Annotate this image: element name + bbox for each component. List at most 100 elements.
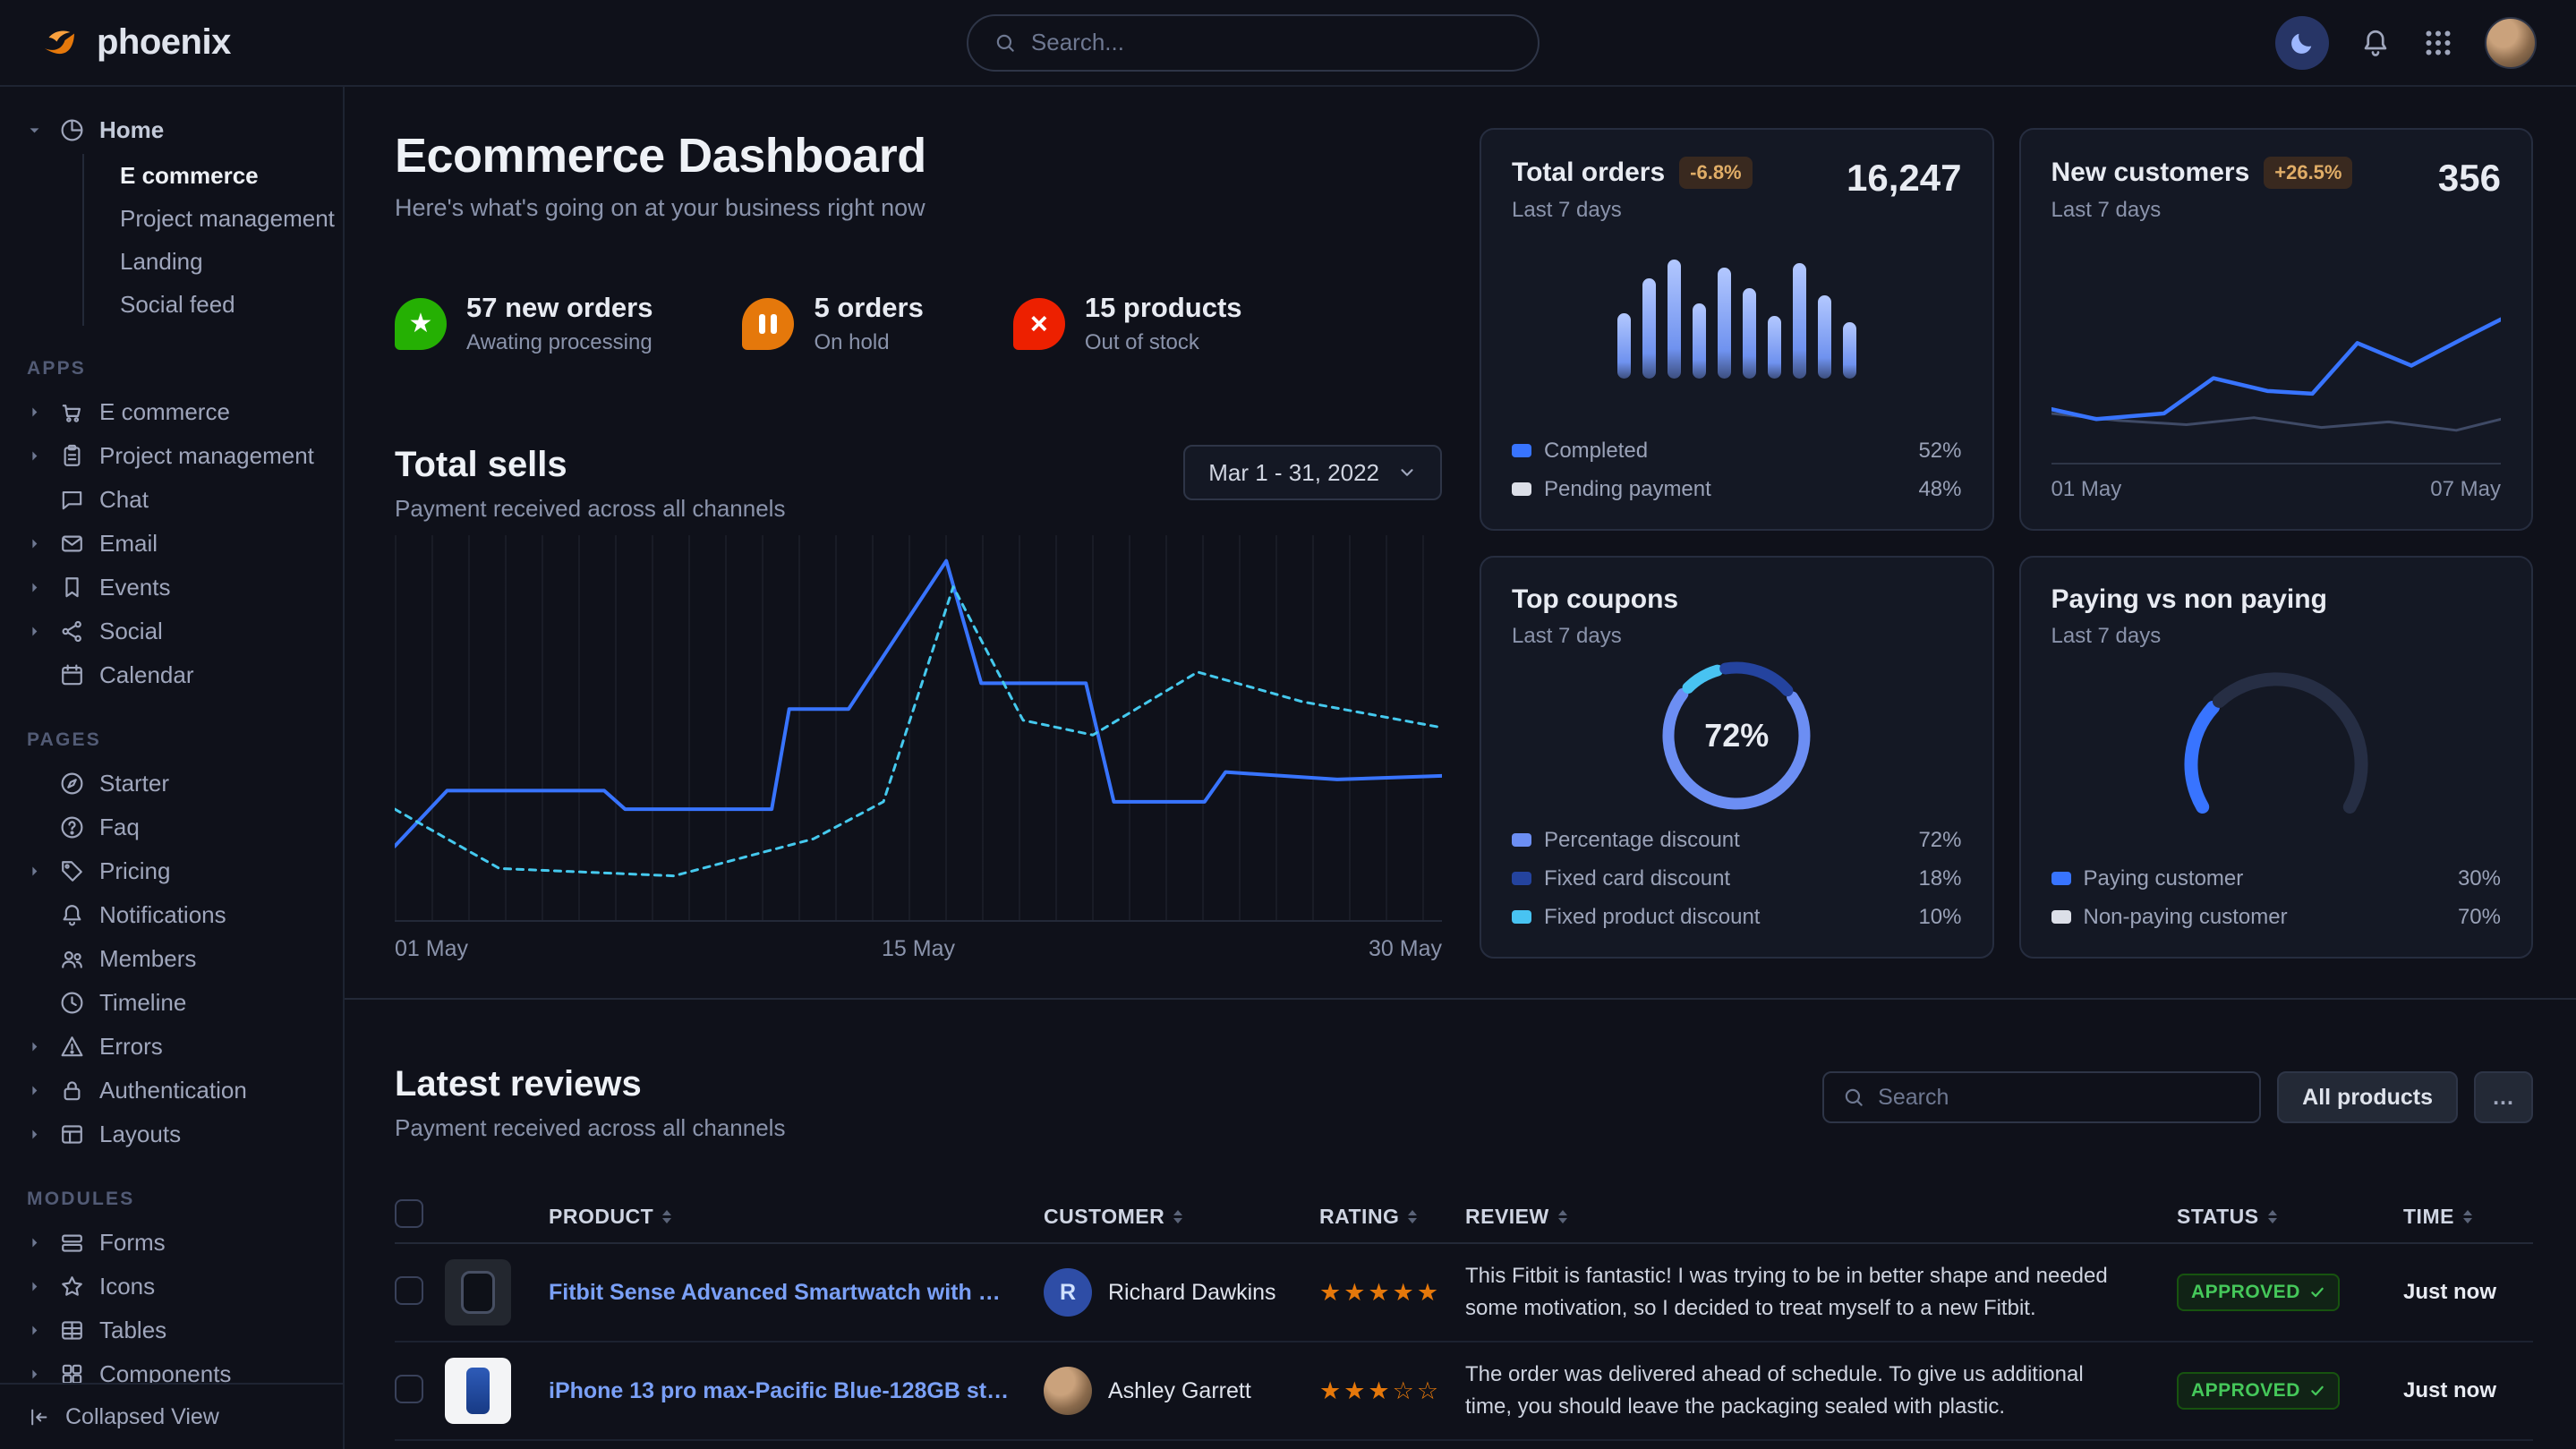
sidebar-item-authentication[interactable]: Authentication <box>20 1069 323 1112</box>
column-header-review[interactable]: REVIEW <box>1465 1205 2170 1229</box>
stat-out-of-stock: ×15 productsOut of stock <box>1013 292 1242 355</box>
legend-item-non-paying-customer: Non-paying customer70% <box>2051 905 2502 930</box>
total-sells-subtitle: Payment received across all channels <box>395 495 785 523</box>
caret-right-icon <box>27 1323 42 1338</box>
reviews-table-header: PRODUCT CUSTOMER RATING REVIEW STATUS TIME <box>395 1190 2533 1244</box>
sort-icon <box>1408 1210 1417 1223</box>
order-volume-bar <box>1718 268 1731 378</box>
latest-reviews-subtitle: Payment received across all channels <box>395 1114 785 1142</box>
more-actions-button[interactable]: ... <box>2474 1071 2533 1123</box>
reviews-search-input[interactable] <box>1878 1085 2241 1111</box>
sidebar-item-social[interactable]: Social <box>20 609 323 653</box>
select-all-checkbox[interactable] <box>395 1199 423 1228</box>
layout-icon <box>59 1121 85 1147</box>
sidebar-section-title-modules: MODULES <box>27 1189 316 1210</box>
alert-icon <box>59 1034 85 1060</box>
main-content: Ecommerce Dashboard Here's what's going … <box>345 87 2576 1449</box>
column-header-customer[interactable]: CUSTOMER <box>1044 1205 1312 1229</box>
reviews-search[interactable] <box>1822 1071 2261 1123</box>
sidebar-item-calendar[interactable]: Calendar <box>20 653 323 697</box>
paying-gauge-chart <box>2133 661 2419 840</box>
user-avatar[interactable] <box>2485 17 2537 69</box>
customer-avatar <box>1044 1367 1092 1415</box>
bookmark-icon <box>59 575 85 601</box>
sidebar-item-events[interactable]: Events <box>20 566 323 609</box>
sidebar-item-tables[interactable]: Tables <box>20 1308 323 1352</box>
notifications-button[interactable] <box>2359 27 2392 59</box>
sidebar-item-errors[interactable]: Errors <box>20 1025 323 1069</box>
column-header-product[interactable]: PRODUCT <box>549 1205 1036 1229</box>
legend-item-fixed-product-discount: Fixed product discount10% <box>1512 905 1962 930</box>
sidebar-subitem-project-management[interactable]: Project management <box>120 197 323 240</box>
product-link[interactable]: iPhone 13 pro max-Pacific Blue-128GB sto… <box>549 1378 1036 1404</box>
row-checkbox[interactable] <box>395 1276 423 1305</box>
nine-dots-grid-icon <box>2422 27 2454 59</box>
sidebar-item-email[interactable]: Email <box>20 522 323 566</box>
collapse-view-toggle[interactable]: Collapsed View <box>0 1383 343 1449</box>
clock-icon <box>59 990 85 1016</box>
all-products-button[interactable]: All products <box>2277 1071 2458 1123</box>
date-range-select[interactable]: Mar 1 - 31, 2022 <box>1183 445 1442 500</box>
global-search[interactable] <box>967 14 1540 72</box>
sidebar-item-pricing[interactable]: Pricing <box>20 849 323 893</box>
product-image[interactable] <box>445 1259 511 1325</box>
review-row <box>395 1441 2533 1449</box>
review-text: The order was delivered ahead of schedul… <box>1465 1359 2170 1423</box>
cart-icon <box>59 399 85 425</box>
sidebar-item-e-commerce[interactable]: E commerce <box>20 390 323 434</box>
stat-new-orders: ★57 new ordersAwating processing <box>395 292 653 355</box>
column-header-status[interactable]: STATUS <box>2177 1205 2396 1229</box>
brand[interactable]: phoenix <box>39 21 231 64</box>
column-header-time[interactable]: TIME <box>2403 1205 2533 1229</box>
sidebar-subitem-landing[interactable]: Landing <box>120 240 323 283</box>
legend-swatch <box>1512 910 1531 924</box>
sidebar-subitem-e-commerce[interactable]: E commerce <box>120 154 323 197</box>
new-customers-title: New customers <box>2051 158 2250 188</box>
sidebar-section-title-apps: APPS <box>27 358 316 379</box>
new-customers-chart <box>2051 308 2502 465</box>
sidebar-item-icons[interactable]: Icons <box>20 1265 323 1308</box>
sidebar-item-members[interactable]: Members <box>20 937 323 981</box>
puzzle-icon <box>59 1361 85 1383</box>
caret-right-icon <box>27 580 42 595</box>
pause-icon <box>759 314 777 334</box>
orders-bar-chart <box>1512 253 1962 379</box>
sidebar-item-components[interactable]: Components <box>20 1352 323 1383</box>
sidebar-item-layouts[interactable]: Layouts <box>20 1112 323 1156</box>
sidebar-item-starter[interactable]: Starter <box>20 762 323 805</box>
star-icon <box>59 1274 85 1300</box>
top-coupons-card: Top coupons Last 7 days 72% Percentage d… <box>1480 556 1994 959</box>
sidebar-item-faq[interactable]: Faq <box>20 805 323 849</box>
product-image[interactable] <box>445 1358 511 1424</box>
legend-item-paying-customer: Paying customer30% <box>2051 866 2502 891</box>
apps-menu-button[interactable] <box>2422 27 2454 59</box>
sidebar-item-project-management[interactable]: Project management <box>20 434 323 478</box>
row-checkbox[interactable] <box>395 1375 423 1403</box>
column-header-rating[interactable]: RATING <box>1319 1205 1458 1229</box>
global-search-input[interactable] <box>1031 29 1513 56</box>
paying-legend: Paying customer30% Non-paying customer70% <box>2051 866 2502 930</box>
star-icon: ★ <box>409 311 433 337</box>
legend-item-completed: Completed52% <box>1512 439 1962 464</box>
sidebar-subitem-social-feed[interactable]: Social feed <box>120 283 323 326</box>
page-title: Ecommerce Dashboard <box>395 128 1442 183</box>
sidebar-item-timeline[interactable]: Timeline <box>20 981 323 1025</box>
legend-item-pending-payment: Pending payment48% <box>1512 477 1962 502</box>
theme-toggle-button[interactable] <box>2275 16 2329 70</box>
order-volume-bar <box>1793 263 1806 379</box>
coupons-donut-chart: 72% <box>1654 653 1819 818</box>
customer-cell: RRichard Dawkins <box>1044 1268 1312 1317</box>
sidebar-item-notifications[interactable]: Notifications <box>20 893 323 937</box>
sidebar-item-home[interactable]: Home <box>20 108 323 152</box>
sidebar-item-forms[interactable]: Forms <box>20 1221 323 1265</box>
order-volume-bar <box>1668 260 1681 379</box>
search-icon <box>1842 1086 1865 1109</box>
sort-icon <box>2463 1210 2472 1223</box>
paying-title: Paying vs non paying <box>2051 584 2327 615</box>
sidebar-item-chat[interactable]: Chat <box>20 478 323 522</box>
brand-name: phoenix <box>97 22 231 63</box>
total-sells-x-axis: 01 May 15 May 30 May <box>395 936 1442 962</box>
rating-stars: ★★★☆☆ <box>1319 1377 1458 1405</box>
product-link[interactable]: Fitbit Sense Advanced Smartwatch with To… <box>549 1280 1036 1306</box>
users-icon <box>59 946 85 972</box>
